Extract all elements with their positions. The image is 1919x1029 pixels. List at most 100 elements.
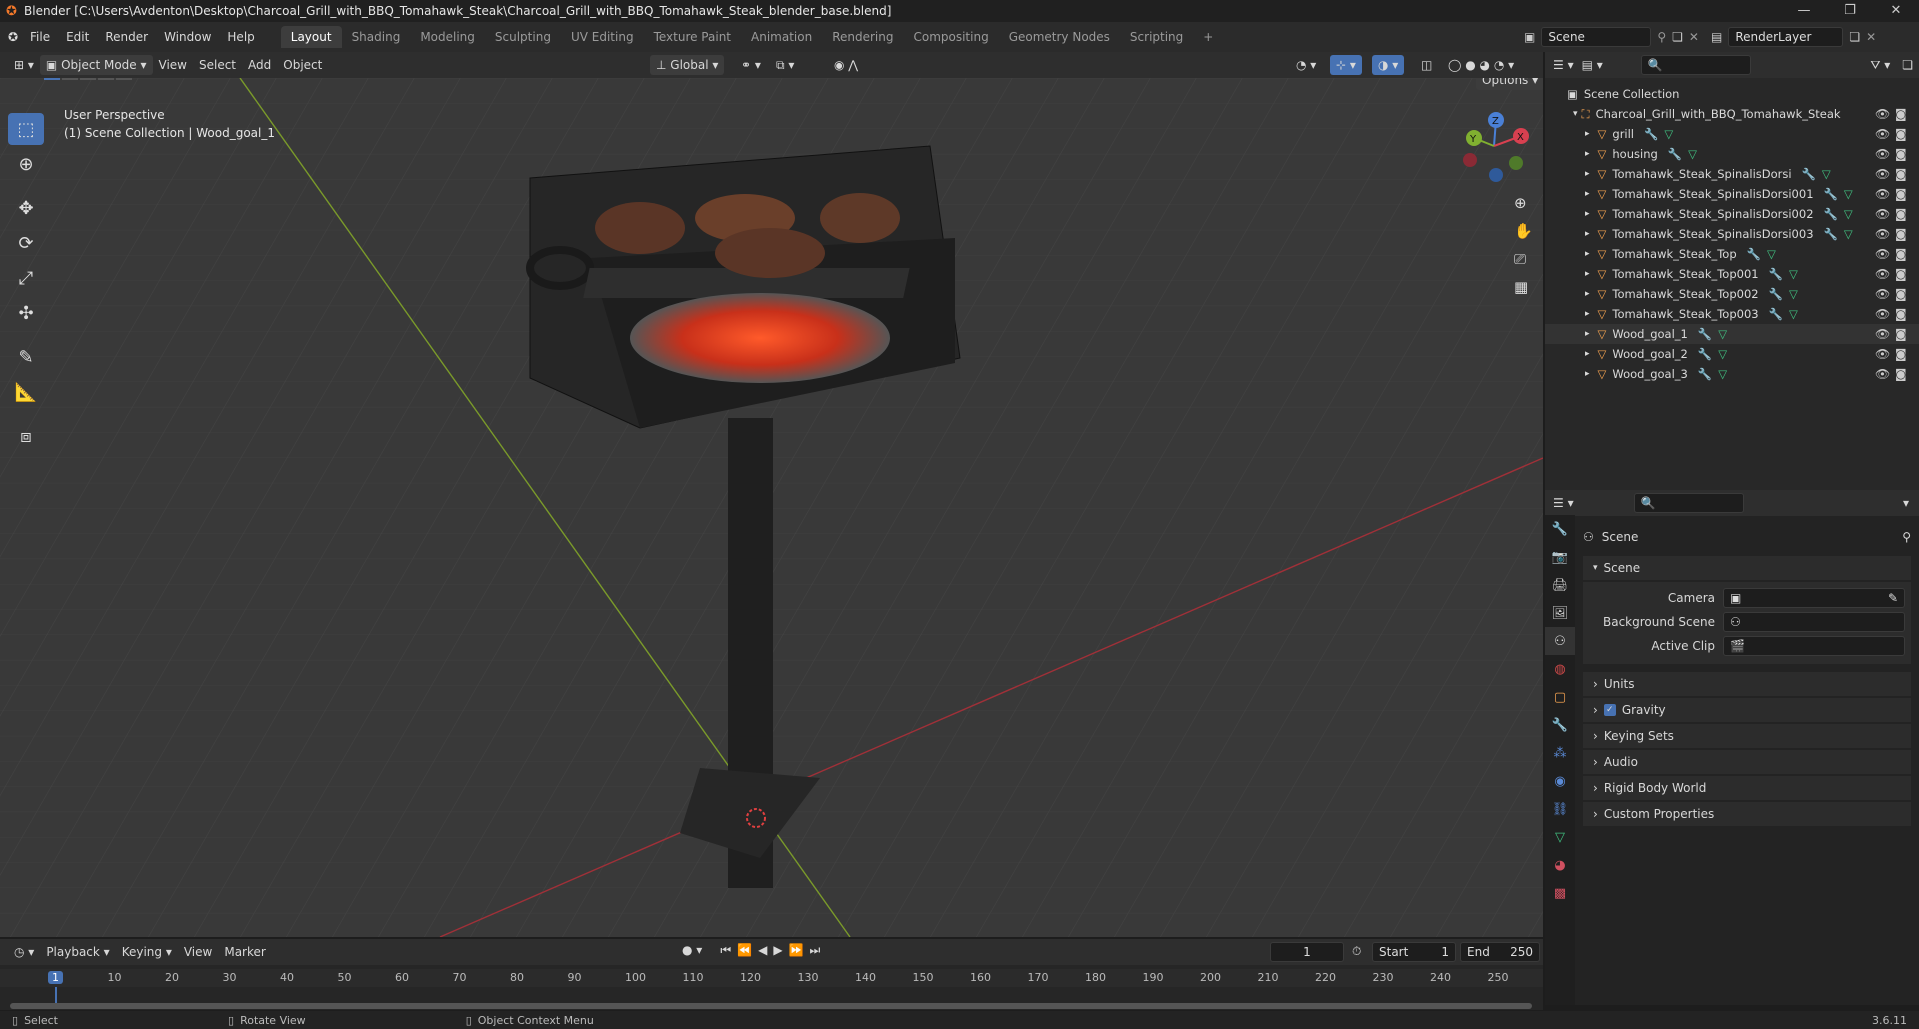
outliner-editor-icon[interactable]: ☰ ▾ [1553, 58, 1574, 72]
gravity-checkbox[interactable]: ✓ [1603, 704, 1616, 716]
play-reverse-icon[interactable]: ◀ [758, 943, 767, 958]
outliner-item[interactable]: ▸ ▽ Tomahawk_Steak_Top 🔧 ▽ 👁 ◙ [1545, 244, 1919, 264]
outliner-item[interactable]: ▸ ▽ Tomahawk_Steak_Top002 🔧 ▽ 👁 ◙ [1545, 284, 1919, 304]
outliner-item[interactable]: ▸ ▽ Tomahawk_Steak_SpinalisDorsi 🔧 ▽ 👁 ◙ [1545, 164, 1919, 184]
camera-icon[interactable]: ◙ [1895, 267, 1907, 281]
jump-start-icon[interactable]: ⏮ [720, 943, 731, 958]
expand-icon[interactable]: ▾ [1573, 109, 1578, 119]
expand-icon[interactable]: ▸ [1585, 329, 1590, 339]
menu-window[interactable]: Window [156, 25, 219, 49]
tool-tab-icon[interactable]: 🔧 [1545, 515, 1575, 543]
scale-tool-icon[interactable]: ⤢ [8, 262, 44, 294]
texture-tab-icon[interactable]: ▩ [1545, 879, 1575, 907]
expand-icon[interactable]: ▸ [1585, 129, 1590, 139]
scene-tab-icon[interactable]: ⚇ [1545, 627, 1575, 655]
camera-field[interactable]: ▣ ✎ [1723, 588, 1905, 608]
constraints-tab-icon[interactable]: ⛓ [1545, 795, 1575, 823]
start-frame-field[interactable]: Start 1 [1372, 942, 1456, 962]
play-icon[interactable]: ▶ [773, 943, 782, 958]
move-tool-icon[interactable]: ✥ [8, 192, 44, 224]
end-frame-field[interactable]: End 250 [1460, 942, 1540, 962]
current-frame-field[interactable]: 1 [1270, 942, 1344, 962]
camera-icon[interactable]: ◙ [1895, 107, 1907, 121]
3d-viewport[interactable]: User Perspective (1) Scene Collection | … [0, 78, 1543, 937]
outliner-item[interactable]: ▸ ▽ Wood_goal_3 🔧 ▽ 👁 ◙ [1545, 364, 1919, 384]
expand-icon[interactable]: ▸ [1585, 249, 1590, 259]
overlay-icon[interactable]: ◑ ▾ [1372, 55, 1405, 75]
camera-icon[interactable]: ◙ [1895, 207, 1907, 221]
camera-view-icon[interactable]: ⎚ [1514, 250, 1533, 268]
blender-menu-icon[interactable]: ✪ [8, 30, 22, 44]
pivot-icon[interactable]: ⚭ ▾ [735, 55, 767, 75]
visibility-icon[interactable]: ◔ ▾ [1290, 55, 1322, 75]
camera-icon[interactable]: ◙ [1895, 127, 1907, 141]
camera-icon[interactable]: ◙ [1895, 167, 1907, 181]
view-layer-tab-icon[interactable]: 🖼 [1545, 599, 1575, 627]
outliner-item[interactable]: ▸ ▽ Tomahawk_Steak_Top001 🔧 ▽ 👁 ◙ [1545, 264, 1919, 284]
pin-icon[interactable]: ⚲ [1902, 530, 1911, 544]
view-layer-selector[interactable]: RenderLayer [1728, 27, 1844, 47]
data-tab-icon[interactable]: ▽ [1545, 823, 1575, 851]
eye-icon[interactable]: 👁 [1875, 367, 1890, 381]
menu-add[interactable]: Add [242, 55, 277, 75]
close-button[interactable]: ✕ [1873, 0, 1919, 22]
camera-icon[interactable]: ◙ [1895, 247, 1907, 261]
annotate-tool-icon[interactable]: ✎ [8, 341, 44, 373]
properties-options-icon[interactable]: ▾ [1903, 496, 1909, 510]
particles-tab-icon[interactable]: ⁂ [1545, 739, 1575, 767]
scene-icon[interactable]: ▣ [1524, 30, 1535, 44]
jump-key-forward-icon[interactable]: ⏩ [789, 943, 804, 958]
delete-layer-icon[interactable]: ✕ [1866, 30, 1876, 44]
menu-playback[interactable]: Playback ▾ [40, 942, 115, 962]
camera-icon[interactable]: ◙ [1895, 307, 1907, 321]
options-button[interactable]: Options ▾ [1476, 78, 1543, 90]
eye-icon[interactable]: 👁 [1875, 167, 1890, 181]
tab-sculpting[interactable]: Sculpting [485, 26, 561, 48]
jump-key-back-icon[interactable]: ⏪ [737, 943, 752, 958]
eye-icon[interactable]: 👁 [1875, 287, 1890, 301]
menu-help[interactable]: Help [219, 25, 262, 49]
outliner-item[interactable]: ▸ ▽ Wood_goal_1 🔧 ▽ 👁 ◙ [1545, 324, 1919, 344]
timeline-editor-icon[interactable]: ◷ ▾ [8, 942, 40, 962]
background-scene-field[interactable]: ⚇ [1723, 612, 1905, 632]
scene-selector[interactable]: Scene [1541, 27, 1652, 47]
timeline-area[interactable]: 1 10 20 30 40 50 60 70 80 90 100 110 120 130 140 150 160… [0, 965, 1543, 1010]
expand-icon[interactable]: ▸ [1585, 349, 1590, 359]
add-workspace-icon[interactable]: + [1193, 26, 1223, 48]
active-clip-field[interactable]: 🎬 [1723, 636, 1905, 656]
measure-tool-icon[interactable]: 📐 [8, 376, 44, 408]
modifier-tab-icon[interactable]: 🔧 [1545, 711, 1575, 739]
add-cube-tool-icon[interactable]: ⧈ [8, 420, 44, 452]
maximize-button[interactable]: ❐ [1827, 0, 1873, 22]
record-icon[interactable]: ● ▾ [682, 943, 702, 958]
pin-icon[interactable]: ⚲ [1657, 30, 1666, 44]
eye-icon[interactable]: 👁 [1875, 307, 1890, 321]
camera-icon[interactable]: ◙ [1895, 367, 1907, 381]
expand-icon[interactable]: ▸ [1585, 149, 1590, 159]
outliner-item[interactable]: ▸ ▽ Tomahawk_Steak_SpinalisDorsi001 🔧 ▽ 👁 ◙ [1545, 184, 1919, 204]
tab-animation[interactable]: Animation [741, 26, 822, 48]
new-layer-icon[interactable]: ❏ [1849, 30, 1860, 44]
eye-icon[interactable]: 👁 [1875, 347, 1890, 361]
rigid-body-world-panel[interactable]: › Rigid Body World [1583, 776, 1911, 800]
eye-icon[interactable]: 👁 [1875, 247, 1890, 261]
physics-tab-icon[interactable]: ◉ [1545, 767, 1575, 795]
menu-marker[interactable]: Marker [218, 942, 271, 962]
outliner-item[interactable]: ▸ ▽ grill 🔧 ▽ 👁 ◙ [1545, 124, 1919, 144]
timer-icon[interactable]: ⏱ [1352, 944, 1361, 959]
eye-icon[interactable]: 👁 [1875, 267, 1890, 281]
tab-texture-paint[interactable]: Texture Paint [644, 26, 741, 48]
menu-select[interactable]: Select [193, 55, 242, 75]
collection-row[interactable]: ▾ ⛶ Charcoal_Grill_with_BBQ_Tomahawk_Stea… [1545, 104, 1919, 124]
mode-selector[interactable]: ▣ Object Mode ▾ [39, 55, 153, 75]
outliner-item[interactable]: ▸ ▽ Tomahawk_Steak_SpinalisDorsi003 🔧 ▽ 👁 ◙ [1545, 224, 1919, 244]
outliner-item[interactable]: ▸ ▽ Tomahawk_Steak_Top003 🔧 ▽ 👁 ◙ [1545, 304, 1919, 324]
pan-hand-icon[interactable]: ✋ [1514, 222, 1533, 240]
eye-icon[interactable]: 👁 [1875, 327, 1890, 341]
expand-icon[interactable]: ▸ [1585, 269, 1590, 279]
outliner-item[interactable]: ▸ ▽ Tomahawk_Steak_SpinalisDorsi002 🔧 ▽ 👁 ◙ [1545, 204, 1919, 224]
new-scene-icon[interactable]: ❏ [1672, 30, 1683, 44]
eye-icon[interactable]: 👁 [1875, 127, 1890, 141]
camera-icon[interactable]: ◙ [1895, 287, 1907, 301]
world-tab-icon[interactable]: ◍ [1545, 655, 1575, 683]
